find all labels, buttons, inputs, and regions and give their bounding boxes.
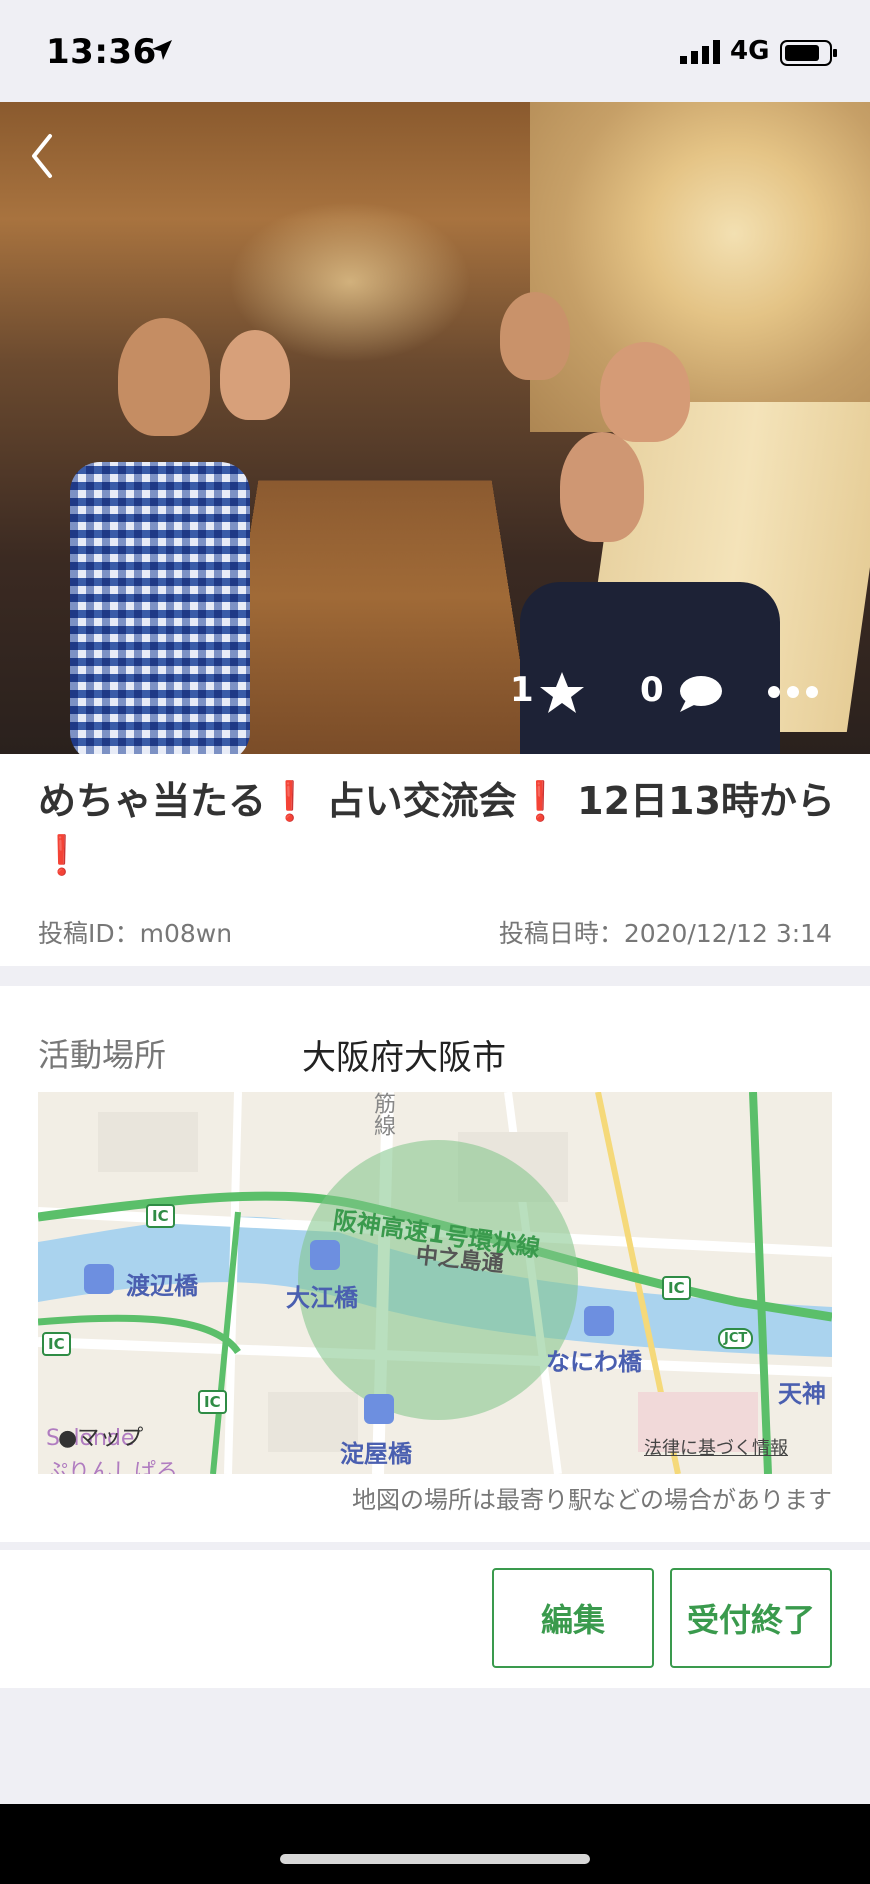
location-map[interactable]: 筋線 阪神高速1号環状線 中之島通 渡辺橋 大江橋 なにわ橋 淀屋橋 IC IC… bbox=[38, 1092, 832, 1474]
station-icon bbox=[310, 1240, 340, 1270]
home-bar bbox=[0, 1804, 870, 1884]
close-reception-button[interactable]: 受付終了 bbox=[670, 1568, 832, 1668]
edit-button[interactable]: 編集 bbox=[492, 1568, 654, 1668]
map-note: 地図の場所は最寄り駅などの場合があります bbox=[352, 1486, 832, 1514]
district-label: 天神 bbox=[778, 1380, 826, 1408]
photo-stats: 1 0 bbox=[0, 670, 870, 726]
shop-sub-label: ぷりんしぱる bbox=[46, 1460, 179, 1474]
title-text: 占い交流会 bbox=[313, 779, 517, 823]
photo-person-head bbox=[500, 292, 570, 380]
maps-text: マップ bbox=[77, 1426, 144, 1451]
star-icon[interactable] bbox=[538, 670, 586, 716]
status-bar: 13:36 4G bbox=[0, 0, 870, 102]
post-id: 投稿ID：m08wn bbox=[38, 919, 233, 948]
comment-count: 0 bbox=[640, 670, 664, 710]
network-label: 4G bbox=[730, 36, 770, 66]
comment-bubble-icon[interactable] bbox=[676, 674, 724, 714]
status-time: 13:36 bbox=[46, 32, 157, 72]
station-label: 淀屋橋 bbox=[340, 1440, 412, 1468]
apple-logo-icon: ● bbox=[58, 1426, 78, 1451]
station-label: 渡辺橋 bbox=[126, 1272, 198, 1300]
exclamation-icon: ❗ bbox=[266, 779, 314, 823]
map-line-label: 筋線 bbox=[370, 1092, 395, 1136]
junction-badge: JCT bbox=[718, 1328, 754, 1349]
station-icon bbox=[584, 1306, 614, 1336]
station-icon bbox=[364, 1394, 394, 1424]
back-chevron-icon[interactable] bbox=[16, 126, 72, 186]
home-indicator[interactable] bbox=[280, 1854, 590, 1864]
photo-wall-art bbox=[530, 102, 870, 432]
interchange-badge: IC bbox=[198, 1390, 227, 1414]
apple-maps-label: ●マップ bbox=[58, 1420, 143, 1452]
exclamation-icon: ❗ bbox=[516, 779, 564, 823]
action-bar: 編集 受付終了 bbox=[0, 1550, 870, 1688]
photo-person-head bbox=[220, 330, 290, 420]
photo-person-suit bbox=[520, 582, 780, 754]
location-label: 活動場所 bbox=[38, 1036, 167, 1074]
photo-person-head bbox=[560, 432, 644, 542]
battery-icon bbox=[780, 40, 837, 66]
interchange-badge: IC bbox=[42, 1332, 71, 1356]
post-title: めちゃ当たる❗ 占い交流会❗ 12日13時から❗ bbox=[38, 774, 838, 882]
interchange-badge: IC bbox=[146, 1204, 175, 1228]
photo-person-head bbox=[118, 318, 210, 436]
exclamation-icon: ❗ bbox=[38, 833, 86, 877]
location-value: 大阪府大阪市 bbox=[302, 1038, 506, 1078]
legal-link[interactable]: 法律に基づく情報 bbox=[644, 1434, 788, 1460]
title-text: めちゃ当たる bbox=[38, 779, 267, 823]
like-count: 1 bbox=[510, 670, 534, 710]
interchange-badge: IC bbox=[662, 1276, 691, 1300]
station-icon bbox=[84, 1264, 114, 1294]
station-label: なにわ橋 bbox=[546, 1348, 642, 1376]
photo-person-head bbox=[600, 342, 690, 442]
signal-icon bbox=[680, 40, 720, 64]
more-dots-icon[interactable] bbox=[766, 684, 820, 700]
location-arrow-icon bbox=[152, 40, 172, 60]
location-card: 活動場所 大阪府大阪市 筋線 阪神高速1号環状線 中之島通 渡辺橋 大江橋 なに… bbox=[0, 986, 870, 1542]
title-text: 12日13時から bbox=[563, 779, 835, 823]
station-label: 大江橋 bbox=[286, 1284, 358, 1312]
post-date: 投稿日時：2020/12/12 3:14 bbox=[498, 919, 832, 948]
post-title-card: めちゃ当たる❗ 占い交流会❗ 12日13時から❗ 投稿ID：m08wn 投稿日時… bbox=[0, 754, 870, 966]
post-photo[interactable]: 1 0 bbox=[0, 102, 870, 754]
